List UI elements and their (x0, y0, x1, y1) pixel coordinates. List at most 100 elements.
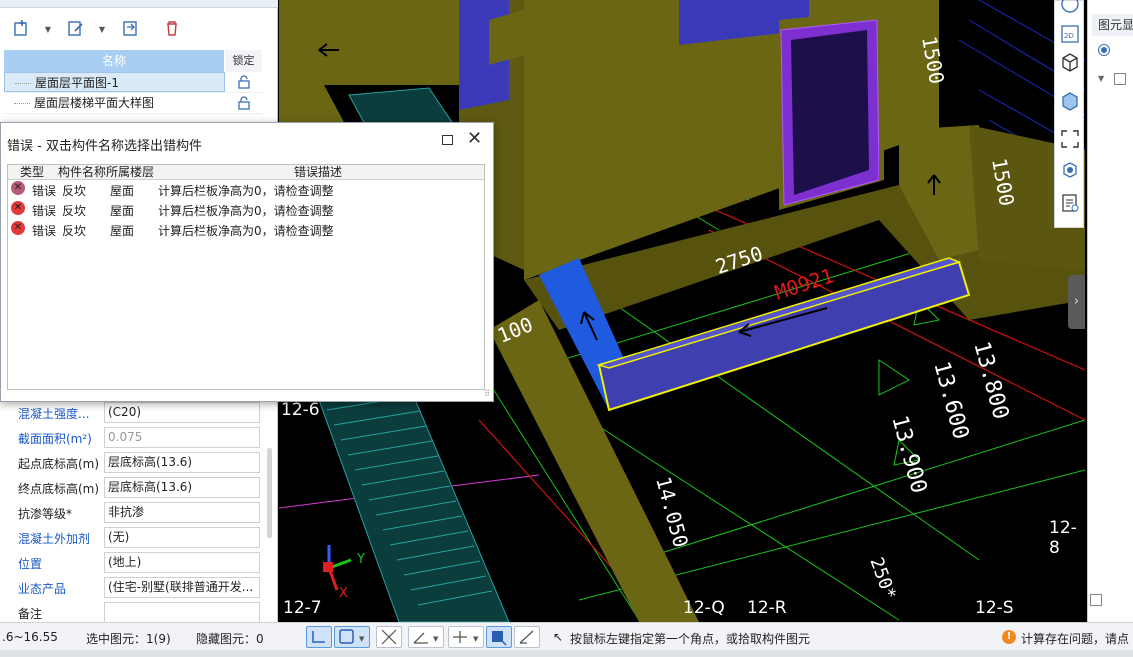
svg-text:▼: ▼ (359, 635, 365, 643)
error-table: 类型 构件名称 所属楼层 错误描述 ✕ 错误 反坎 屋面 计算后栏板净高为0，请… (7, 164, 485, 390)
property-row: 抗渗等级* 非抗渗 (0, 500, 270, 525)
column-header-name[interactable]: 构件名称 (58, 165, 106, 180)
column-header-lock[interactable]: 锁定 (225, 50, 262, 72)
collapse-panel-handle[interactable]: › (1068, 275, 1085, 329)
radio-button[interactable] (1098, 44, 1110, 56)
grid-axis-label: 12-7 (283, 598, 322, 618)
error-floor: 屋面 (110, 184, 135, 198)
select-box-toggle[interactable]: ▼ (334, 626, 370, 648)
error-icon: ✕ (11, 201, 25, 215)
right-panel: 图元显 ▼ (1087, 0, 1133, 622)
ortho-toggle[interactable] (306, 626, 332, 648)
property-row: 位置 (地上) (0, 550, 270, 575)
axis-y-label: Y (357, 552, 365, 567)
error-component-name[interactable]: 反坎 (62, 201, 86, 221)
expand-icon[interactable]: ▼ (1098, 74, 1104, 83)
property-row: 起点底标高(m) 层底标高(13.6) (0, 450, 270, 475)
error-description: 计算后栏板净高为0，请检查调整 (158, 204, 334, 218)
lock-icon[interactable] (225, 72, 262, 92)
property-label: 抗渗等级* (18, 507, 73, 521)
error-component-name[interactable]: 反坎 (62, 221, 86, 241)
trash-icon (167, 21, 177, 36)
fit-view-icon[interactable] (1059, 128, 1081, 150)
cross-icon[interactable] (376, 626, 402, 648)
column-header-name[interactable]: 名称 (4, 50, 225, 72)
error-row[interactable]: ✕ 错误 反坎 屋面 计算后栏板净高为0，请检查调整 (8, 201, 484, 221)
snap-tool-button[interactable]: ▼ (448, 626, 484, 648)
lock-icon[interactable] (225, 93, 262, 113)
error-table-header: 类型 构件名称 所属楼层 错误描述 (8, 165, 484, 180)
polar-track-button[interactable] (514, 626, 540, 648)
drawing-list-header: 名称 锁定 (4, 50, 262, 72)
view-settings-icon[interactable] (1059, 192, 1081, 214)
dialog-title: 错误 - 双击构件名称选择出错构件 (7, 139, 202, 154)
close-icon[interactable]: ✕ (467, 129, 482, 149)
isolate-icon[interactable] (1059, 159, 1081, 181)
property-row: 终点底标高(m) 层底标高(13.6) (0, 475, 270, 500)
maximize-icon[interactable] (442, 135, 453, 145)
chevron-down-icon: ▼ (44, 25, 51, 34)
warning-icon[interactable]: ! (1002, 630, 1016, 644)
drawing-row[interactable]: 屋面层平面图-1 (4, 72, 262, 93)
property-value[interactable] (104, 602, 260, 623)
error-description: 计算后栏板净高为0，请检查调整 (158, 224, 334, 238)
2d-view-icon[interactable]: 2D (1059, 23, 1081, 45)
properties-scrollbar[interactable] (267, 448, 272, 538)
error-row[interactable]: ✕ 错误 反坎 屋面 计算后栏板净高为0，请检查调整 (8, 221, 484, 241)
property-label: 位置 (18, 557, 43, 571)
error-type: 错误 (32, 204, 57, 218)
checkbox[interactable] (1114, 73, 1126, 85)
resize-grip-icon[interactable]: ⠿ (484, 389, 490, 398)
hidden-count: 隐藏图元：0 (196, 632, 264, 646)
property-label: 起点底标高(m) (18, 457, 100, 471)
error-floor: 屋面 (110, 204, 135, 218)
grid-axis-label: 12-S (975, 598, 1014, 618)
property-label: 业态产品 (18, 582, 67, 596)
other-checkbox[interactable] (1090, 594, 1102, 606)
svg-text:▼: ▼ (473, 635, 479, 643)
property-value[interactable]: 层底标高(13.6) (104, 452, 260, 473)
property-value[interactable]: 层底标高(13.6) (104, 477, 260, 498)
drawing-name: 屋面层平面图-1 (4, 72, 225, 92)
property-label: 混凝土强度... (18, 407, 90, 421)
drawing-toolbar: ▼ ▼ (0, 10, 278, 46)
drawing-row[interactable]: 屋面层楼梯平面大样图 (4, 93, 262, 114)
grid-axis-label: 12-8 (1049, 518, 1077, 558)
replace-drawing-button[interactable] (116, 14, 144, 40)
grid-axis-label: 12-6 (281, 400, 320, 420)
dynamic-input-toggle[interactable] (486, 626, 512, 648)
error-row[interactable]: ✕ 错误 反坎 屋面 计算后栏板净高为0，请检查调整 (8, 181, 484, 201)
axis-gizmo (323, 545, 352, 591)
svg-text:2D: 2D (1064, 32, 1074, 40)
error-component-name[interactable]: 反坎 (62, 181, 86, 201)
column-header-type[interactable]: 类型 (20, 165, 44, 180)
property-value[interactable]: 非抗渗 (104, 502, 260, 523)
property-value[interactable]: (无) (104, 527, 260, 548)
property-value[interactable]: (住宅-别墅(联排普通开发... (104, 577, 260, 598)
delete-drawing-button[interactable] (158, 14, 186, 40)
add-drawing-button[interactable]: ▼ (8, 14, 54, 40)
grid-axis-label: 12-Q (683, 598, 725, 618)
property-value[interactable]: (地上) (104, 552, 260, 573)
column-header-description[interactable]: 错误描述 (294, 165, 342, 180)
angle-tool-button[interactable]: ▼ (408, 626, 444, 648)
drawing-name: 屋面层楼梯平面大样图 (4, 93, 225, 113)
edit-drawing-button[interactable]: ▼ (62, 14, 108, 40)
cursor-arrow-icon: ↖ (553, 630, 564, 644)
status-bar: .6~16.55 选中图元：1(9) 隐藏图元：0 ▼ ▼ ▼ ↖ 按鼠标左键指… (0, 622, 1133, 650)
solid-cube-icon[interactable] (1059, 90, 1081, 112)
property-row: 截面面积(m²) 0.075 (0, 425, 270, 450)
drawing-list: 名称 锁定 屋面层平面图-1 屋面层楼梯平面大样图 (4, 50, 262, 114)
elevation-range: .6~16.55 (2, 630, 58, 644)
error-icon: ✕ (11, 221, 25, 235)
column-header-floor[interactable]: 所属楼层 (106, 165, 154, 180)
error-type: 错误 (32, 224, 57, 238)
calc-warning-text[interactable]: 计算存在问题，请点 (1021, 630, 1129, 647)
right-panel-header[interactable]: 图元显 (1092, 14, 1133, 36)
chevron-down-icon: ▼ (98, 25, 105, 34)
cube-view-icon[interactable] (1059, 51, 1081, 73)
axis-x-label: X (339, 586, 348, 601)
orbit-icon[interactable] (1059, 0, 1081, 15)
property-value[interactable]: (C20) (104, 402, 260, 423)
operation-hint: 按鼠标左键指定第一个角点，或拾取构件图元 (570, 632, 811, 646)
